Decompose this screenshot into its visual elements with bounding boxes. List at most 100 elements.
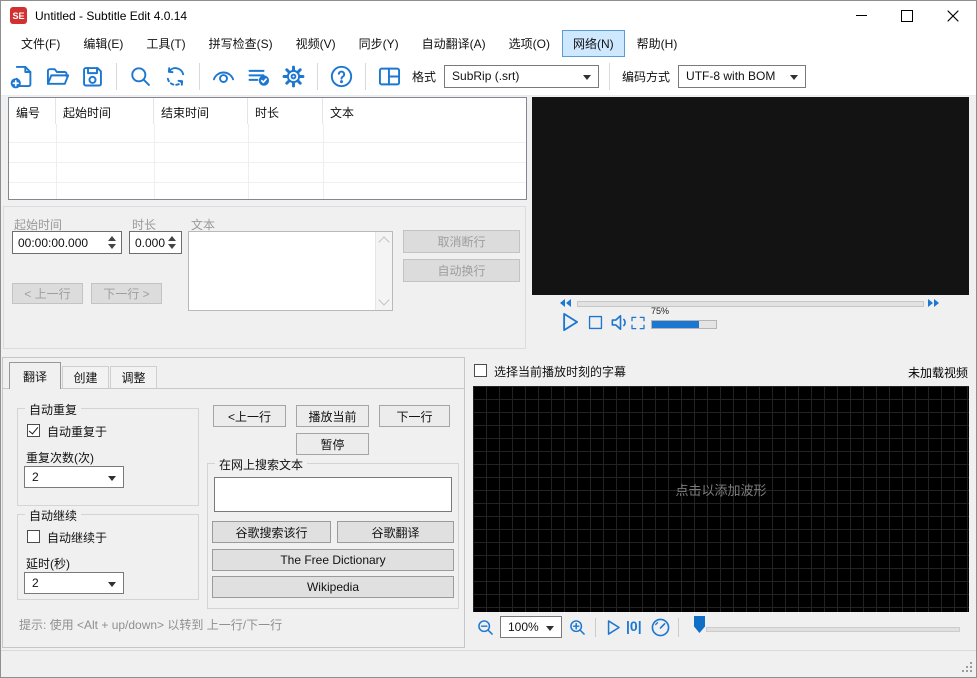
- menu-tools[interactable]: 工具(T): [135, 30, 196, 57]
- slider-thumb[interactable]: [694, 616, 705, 633]
- spell-check-button[interactable]: [244, 62, 272, 90]
- column-header-number[interactable]: 编号: [9, 98, 56, 124]
- auto-continue-checkbox-label: 自动继续于: [47, 531, 108, 545]
- waveform-position-slider[interactable]: [706, 627, 960, 632]
- pause-button[interactable]: 暂停: [296, 433, 369, 455]
- menu-help[interactable]: 帮助(H): [626, 30, 689, 57]
- help-button[interactable]: [327, 62, 355, 90]
- stop-icon[interactable]: [586, 313, 605, 332]
- play-current-button[interactable]: 播放当前: [296, 405, 369, 427]
- zoom-out-icon[interactable]: [475, 617, 496, 638]
- subtitle-list[interactable]: 编号 起始时间 结束时间 时长 文本: [8, 97, 527, 200]
- google-search-button[interactable]: 谷歌搜索该行: [212, 521, 331, 543]
- menu-options[interactable]: 选项(O): [498, 30, 561, 57]
- auto-break-button[interactable]: 自动换行: [403, 259, 520, 282]
- video-status-text: 未加载视频: [907, 366, 968, 380]
- format-select[interactable]: SubRip (.srt): [444, 64, 600, 88]
- menu-auto-translate[interactable]: 自动翻译(A): [411, 30, 497, 57]
- repeat-count-select[interactable]: 2: [24, 466, 124, 488]
- volume-slider[interactable]: [651, 320, 717, 329]
- seek-forward-icon[interactable]: [928, 299, 939, 307]
- minimize-icon: [855, 15, 867, 16]
- controls-separator: [595, 618, 596, 637]
- auto-repeat-checkbox[interactable]: [27, 424, 40, 437]
- layout-button[interactable]: [375, 62, 403, 90]
- video-display[interactable]: [532, 97, 969, 295]
- duration-field[interactable]: 0.000: [129, 231, 182, 254]
- maximize-button[interactable]: [884, 1, 930, 30]
- waveform-header: 选择当前播放时刻的字幕: [473, 362, 969, 384]
- waveform-play-icon[interactable]: [602, 617, 623, 638]
- close-button[interactable]: [930, 1, 976, 30]
- fullscreen-icon[interactable]: [629, 314, 647, 332]
- minimize-button[interactable]: [838, 1, 884, 30]
- tab-create[interactable]: 创建: [62, 366, 109, 388]
- play-icon[interactable]: [556, 309, 582, 335]
- playback-speed-icon[interactable]: [649, 616, 672, 639]
- prev-line-play-button[interactable]: <上一行: [213, 405, 286, 427]
- prev-line-button[interactable]: < 上一行: [12, 283, 83, 304]
- resize-grip-icon[interactable]: [961, 662, 972, 673]
- google-translate-button[interactable]: 谷歌翻译: [337, 521, 454, 543]
- scrollbar[interactable]: [375, 232, 392, 310]
- find-button[interactable]: [126, 62, 154, 90]
- column-header-start[interactable]: 起始时间: [56, 98, 154, 124]
- select-current-checkbox[interactable]: [474, 364, 487, 377]
- open-file-button[interactable]: [43, 62, 71, 90]
- wikipedia-button[interactable]: Wikipedia: [212, 576, 454, 598]
- web-search-title: 在网上搜索文本: [215, 456, 308, 473]
- column-header-end[interactable]: 结束时间: [154, 98, 248, 124]
- delay-label: 延时(秒): [26, 557, 70, 571]
- auto-repeat-group: 自动重复 自动重复于 重复次数(次) 2: [17, 401, 199, 506]
- controls-separator: [678, 618, 679, 637]
- open-folder-icon: [46, 67, 69, 85]
- menu-sync[interactable]: 同步(Y): [348, 30, 410, 57]
- tab-translate[interactable]: 翻译: [9, 362, 61, 389]
- volume-percent: 75%: [651, 306, 670, 316]
- web-search-input[interactable]: [214, 477, 452, 512]
- waveform-zoom-select[interactable]: 100%: [500, 616, 562, 638]
- scroll-down-icon: [378, 294, 390, 306]
- menu-spellcheck[interactable]: 拼写检查(S): [198, 30, 284, 57]
- spell-check-icon: [248, 69, 269, 86]
- spinner-arrows[interactable]: [166, 232, 178, 253]
- chevron-down-icon: [583, 74, 592, 80]
- free-dictionary-button[interactable]: The Free Dictionary: [212, 549, 454, 571]
- toolbar-separator: [317, 62, 318, 90]
- delay-value: 2: [32, 576, 39, 590]
- help-icon: [330, 65, 352, 87]
- menu-network[interactable]: 网络(N): [561, 30, 625, 57]
- next-line-button[interactable]: 下一行 >: [91, 283, 162, 304]
- new-file-button[interactable]: [8, 62, 36, 90]
- replace-button[interactable]: [161, 62, 189, 90]
- settings-button[interactable]: [279, 62, 307, 90]
- goto-zero-icon[interactable]: |0|: [626, 618, 642, 634]
- next-line-play-button[interactable]: 下一行: [379, 405, 450, 427]
- menu-edit[interactable]: 编辑(E): [72, 30, 134, 57]
- encoding-select[interactable]: UTF-8 with BOM: [678, 64, 807, 88]
- waveform-display[interactable]: 点击以添加波形: [473, 386, 969, 612]
- seek-back-icon[interactable]: [560, 299, 571, 307]
- zoom-in-icon[interactable]: [567, 617, 588, 638]
- column-header-text[interactable]: 文本: [323, 98, 526, 124]
- encoding-label: 编码方式: [622, 69, 671, 84]
- toolbar: 格式 SubRip (.srt) 编码方式 UTF-8 with BOM: [1, 57, 976, 96]
- unbreak-button[interactable]: 取消断行: [403, 230, 520, 253]
- visual-sync-button[interactable]: [209, 62, 237, 90]
- auto-repeat-title: 自动重复: [25, 401, 82, 418]
- toolbar-separator: [609, 62, 611, 90]
- app-logo-icon: SE: [10, 7, 27, 24]
- maximize-icon: [901, 9, 913, 22]
- waveform-zoom-value: 100%: [508, 620, 539, 634]
- start-time-field[interactable]: 00:00:00.000: [12, 231, 122, 254]
- column-header-duration[interactable]: 时长: [248, 98, 323, 124]
- spinner-arrows[interactable]: [106, 232, 118, 253]
- save-button[interactable]: [78, 62, 106, 90]
- menu-video[interactable]: 视频(V): [285, 30, 347, 57]
- tab-adjust[interactable]: 调整: [110, 366, 157, 388]
- auto-continue-checkbox[interactable]: [27, 530, 40, 543]
- video-seek-bar[interactable]: [577, 301, 924, 307]
- delay-select[interactable]: 2: [24, 572, 124, 594]
- subtitle-text-area[interactable]: [188, 231, 393, 311]
- menu-file[interactable]: 文件(F): [10, 30, 71, 57]
